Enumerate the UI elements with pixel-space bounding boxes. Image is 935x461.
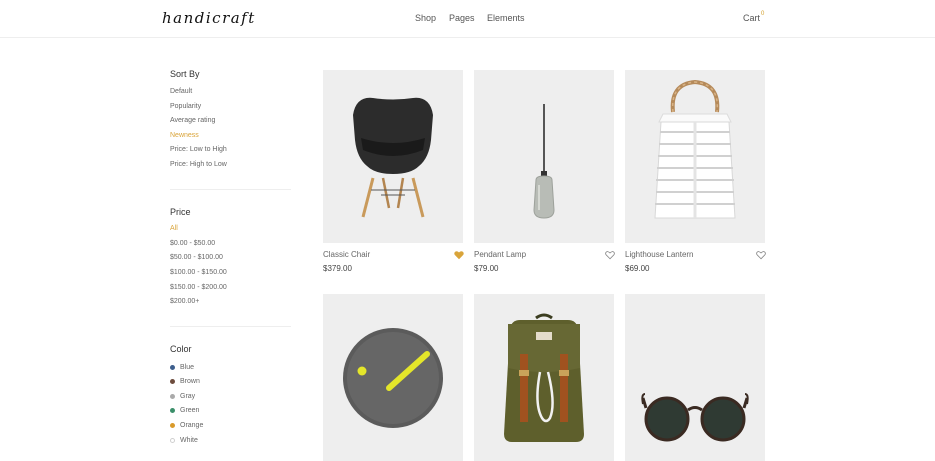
color-option-orange[interactable]: Orange [170, 420, 203, 430]
price-option-100-150[interactable]: $100.00 - $150.00 [170, 269, 227, 276]
color-option-blue[interactable]: Blue [170, 362, 194, 372]
sort-by-title: Sort By [170, 69, 200, 79]
price-option-all[interactable]: All [170, 225, 178, 232]
wishlist-heart-icon[interactable] [454, 250, 464, 260]
sidebar-divider [170, 326, 291, 327]
lantern-image [654, 79, 736, 219]
product-name[interactable]: Classic Chair [323, 250, 370, 259]
sort-option-popularity[interactable]: Popularity [170, 103, 201, 110]
color-option-green[interactable]: Green [170, 405, 199, 415]
product-price: $69.00 [625, 264, 650, 273]
price-option-50-100[interactable]: $50.00 - $100.00 [170, 254, 223, 261]
product-image-backpack[interactable] [474, 294, 614, 461]
price-option-150-200[interactable]: $150.00 - $200.00 [170, 284, 227, 291]
sort-option-rating[interactable]: Average rating [170, 117, 215, 124]
product-image-pendant-lamp[interactable] [474, 70, 614, 243]
cart-count-badge: 0 [761, 11, 765, 17]
wall-clock-image [343, 328, 443, 428]
color-dot-icon [170, 378, 175, 384]
color-dot-icon [170, 437, 175, 443]
color-dot-icon [170, 407, 175, 413]
cart-link[interactable]: Cart [743, 13, 760, 23]
color-dot-icon [170, 422, 175, 428]
product-name[interactable]: Pendant Lamp [474, 250, 526, 259]
product-image-sunglasses[interactable] [625, 294, 765, 461]
nav-shop[interactable]: Shop [415, 13, 436, 23]
chair-image [353, 97, 433, 218]
product-image-lantern[interactable] [625, 70, 765, 243]
color-option-brown[interactable]: Brown [170, 376, 200, 386]
color-option-gray[interactable]: Gray [170, 391, 195, 401]
wishlist-heart-icon[interactable] [756, 250, 766, 260]
color-label: Blue [180, 363, 195, 371]
price-filter-title: Price [170, 207, 191, 217]
nav-pages[interactable]: Pages [449, 13, 475, 23]
color-label: Gray [180, 392, 196, 400]
pendant-lamp-image [533, 104, 555, 219]
sort-option-price-high-low[interactable]: Price: High to Low [170, 161, 227, 168]
sidebar-divider [170, 189, 291, 190]
product-image-chair[interactable] [323, 70, 463, 243]
site-header: handicraft Shop Pages Elements Cart 0 [0, 0, 935, 38]
sunglasses-image [641, 393, 749, 442]
sort-option-price-low-high[interactable]: Price: Low to High [170, 146, 227, 153]
sort-option-newness[interactable]: Newness [170, 132, 199, 139]
product-price: $79.00 [474, 264, 499, 273]
price-option-0-50[interactable]: $0.00 - $50.00 [170, 240, 215, 247]
wishlist-heart-icon[interactable] [605, 250, 615, 260]
backpack-image [504, 313, 584, 442]
price-option-200-plus[interactable]: $200.00+ [170, 298, 199, 305]
product-name[interactable]: Lighthouse Lantern [625, 250, 694, 259]
product-image-wall-clock[interactable] [323, 294, 463, 461]
color-option-white[interactable]: White [170, 435, 198, 445]
color-filter-title: Color [170, 344, 192, 354]
color-label: Brown [180, 377, 200, 385]
sort-option-default[interactable]: Default [170, 88, 192, 95]
color-label: Green [180, 406, 200, 414]
nav-elements[interactable]: Elements [487, 13, 525, 23]
color-dot-icon [170, 364, 175, 370]
color-label: Orange [180, 421, 204, 429]
site-logo[interactable]: handicraft [162, 9, 256, 27]
product-price: $379.00 [323, 264, 352, 273]
color-dot-icon [170, 393, 175, 399]
color-label: White [180, 436, 198, 444]
